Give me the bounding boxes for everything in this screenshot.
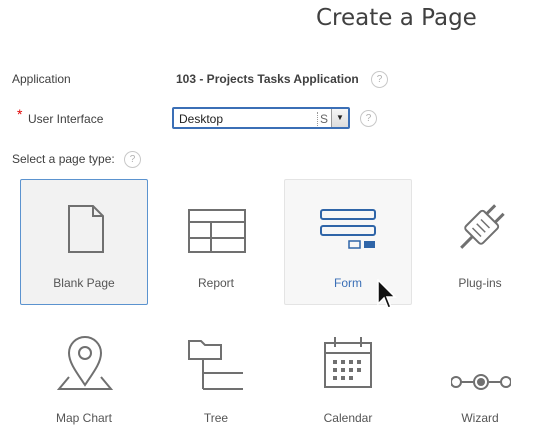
page-type-label-text: Report — [197, 276, 235, 290]
page-type-label-text: Blank Page — [53, 276, 115, 290]
page-type-label-text: Calendar — [323, 411, 373, 425]
page-type-label: Select a page type: — [12, 152, 115, 166]
page-type-help-icon[interactable]: ? — [124, 151, 141, 168]
wizard-steps-icon — [451, 374, 511, 390]
page-title: Create a Page — [316, 5, 477, 31]
calendar-icon — [324, 337, 372, 388]
user-interface-select[interactable]: Desktop S ▼ — [172, 107, 350, 129]
page-type-tree[interactable]: Tree — [152, 312, 280, 438]
report-icon — [188, 209, 246, 253]
user-interface-truncated-text: S — [316, 112, 328, 126]
page-type-plug-ins[interactable]: Plug-ins — [416, 179, 544, 305]
user-interface-help-icon[interactable]: ? — [360, 110, 377, 127]
application-help-icon[interactable]: ? — [371, 71, 388, 88]
page-type-map-chart[interactable]: Map Chart — [20, 312, 148, 438]
page-type-label-text: Plug-ins — [458, 276, 502, 290]
user-interface-label: User Interface — [28, 112, 104, 126]
tree-icon — [188, 340, 243, 390]
map-pin-icon — [56, 336, 114, 390]
user-interface-value: Desktop — [179, 112, 224, 126]
application-value: 103 - Projects Tasks Application — [176, 72, 359, 86]
chevron-down-icon[interactable]: ▼ — [331, 109, 348, 127]
page-type-label-text: Map Chart — [55, 411, 113, 425]
page-type-label-text: Wizard — [461, 411, 499, 425]
form-icon — [320, 209, 376, 249]
required-marker: * — [17, 106, 23, 122]
application-label: Application — [12, 72, 71, 86]
page-type-blank-page[interactable]: Blank Page — [20, 179, 148, 305]
page-type-wizard[interactable]: Wizard — [416, 312, 544, 438]
plug-icon — [460, 204, 505, 249]
mouse-cursor-icon — [377, 279, 397, 309]
page-type-report[interactable]: Report — [152, 179, 280, 305]
blank-page-icon — [68, 205, 104, 253]
page-type-calendar[interactable]: Calendar — [284, 312, 412, 438]
page-type-label-text: Tree — [203, 411, 229, 425]
